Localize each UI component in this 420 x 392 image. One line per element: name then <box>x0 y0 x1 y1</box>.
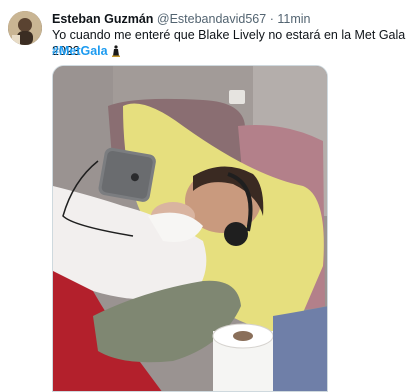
photo-person-in-bed <box>53 66 327 391</box>
hashtag-line: #MetGala <box>52 43 121 61</box>
author-handle[interactable]: @Estebandavid567 <box>157 12 266 26</box>
hashtag-link[interactable]: #MetGala <box>52 44 108 58</box>
separator-dot: · <box>269 12 274 26</box>
tweet[interactable]: Esteban Guzmán @Estebandavid567 · 11min … <box>0 0 420 392</box>
tweet-header: Esteban Guzmán @Estebandavid567 · 11min <box>52 11 410 27</box>
timestamp[interactable]: 11min <box>277 12 310 26</box>
avatar-image <box>8 11 42 45</box>
tweet-media-photo[interactable] <box>52 65 328 392</box>
avatar[interactable] <box>8 11 42 45</box>
author-name[interactable]: Esteban Guzmán <box>52 12 153 26</box>
met-gala-staircase-icon <box>111 45 121 61</box>
